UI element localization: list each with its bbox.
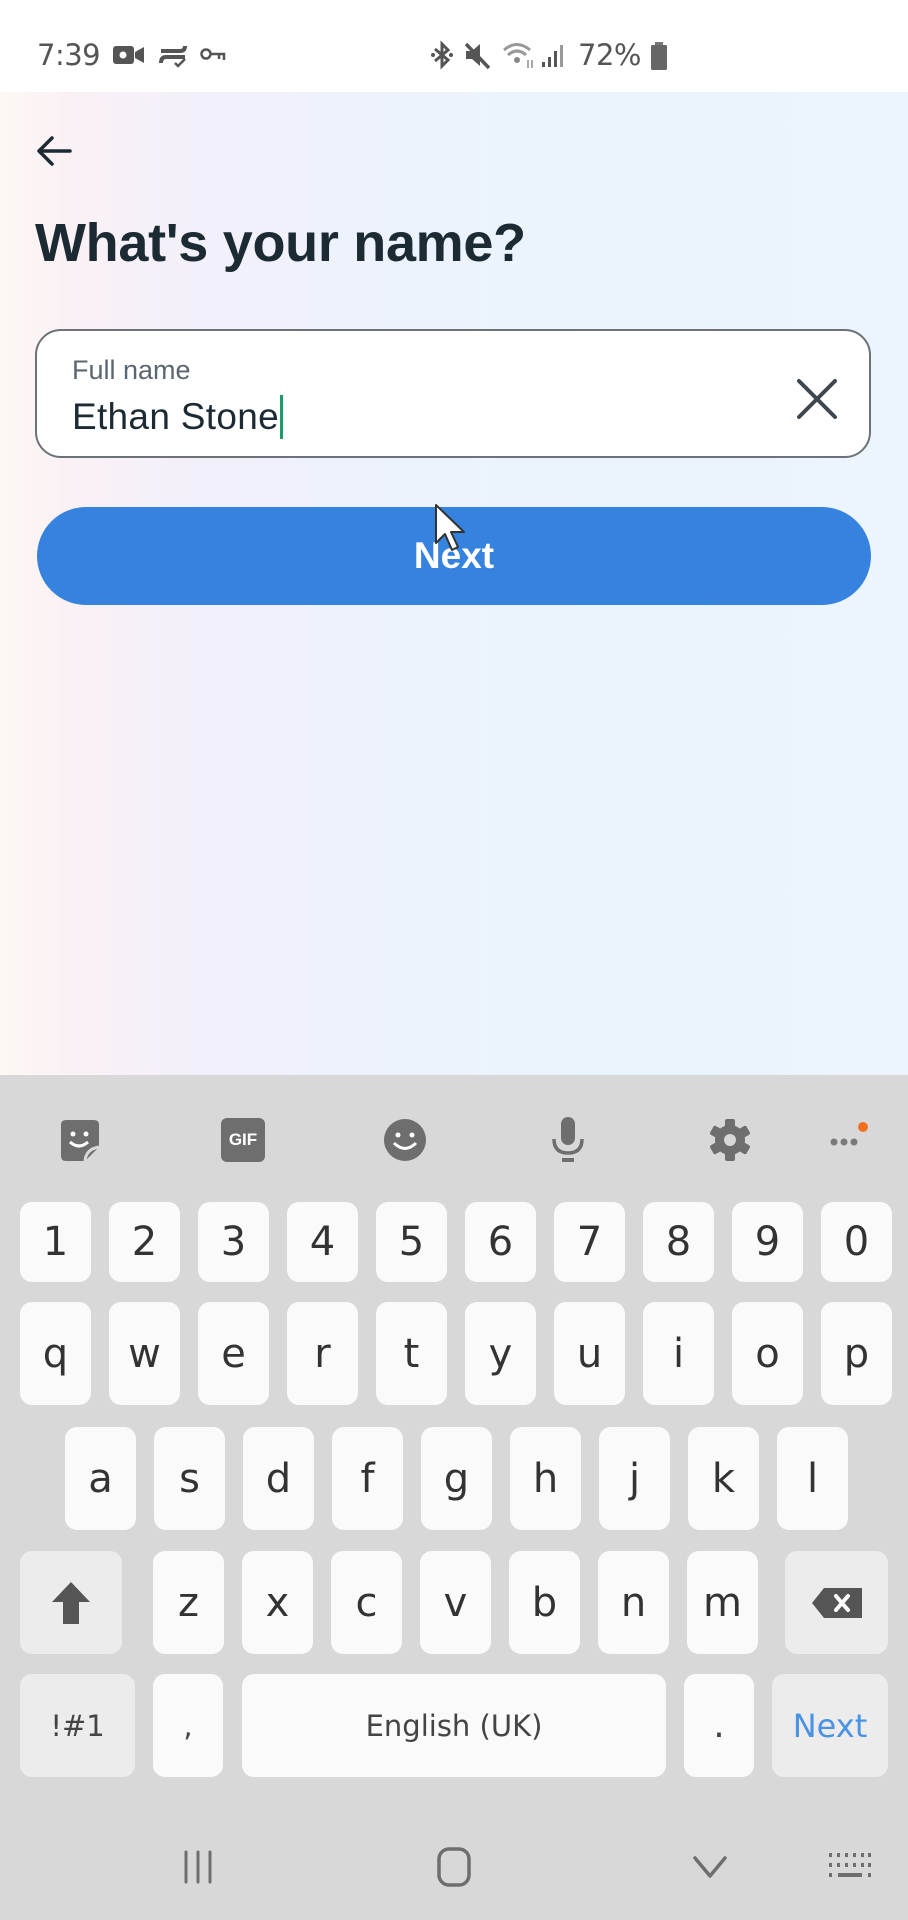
key-5[interactable]: 5 xyxy=(376,1202,447,1282)
home-icon xyxy=(437,1847,471,1887)
key-d[interactable]: d xyxy=(243,1427,314,1530)
close-icon xyxy=(797,379,837,419)
key-v[interactable]: v xyxy=(420,1551,491,1654)
home-button[interactable] xyxy=(424,1842,484,1892)
key-e[interactable]: e xyxy=(198,1302,269,1405)
key-6[interactable]: 6 xyxy=(465,1202,536,1282)
key-c[interactable]: c xyxy=(331,1551,402,1654)
battery-icon xyxy=(650,42,668,70)
hide-keyboard-icon xyxy=(693,1856,727,1878)
key-w[interactable]: w xyxy=(109,1302,180,1405)
vpn-key-icon xyxy=(200,46,226,64)
signal-icon xyxy=(540,44,568,68)
key-3[interactable]: 3 xyxy=(198,1202,269,1282)
full-name-input[interactable]: Ethan Stone xyxy=(72,395,283,439)
text-cursor xyxy=(279,395,283,439)
key-4[interactable]: 4 xyxy=(287,1202,358,1282)
key-g[interactable]: g xyxy=(421,1427,492,1530)
bluetooth-icon xyxy=(430,40,454,70)
key-p[interactable]: p xyxy=(821,1302,892,1405)
page-title: What's your name? xyxy=(35,213,526,273)
key-7[interactable]: 7 xyxy=(554,1202,625,1282)
hide-keyboard-button[interactable] xyxy=(680,1842,740,1892)
key-j[interactable]: j xyxy=(599,1427,670,1530)
wifi-icon xyxy=(502,40,538,70)
key-z[interactable]: z xyxy=(153,1551,224,1654)
key-x[interactable]: x xyxy=(242,1551,313,1654)
backspace-icon xyxy=(811,1587,862,1618)
recent-apps-button[interactable] xyxy=(168,1842,228,1892)
more-options-button[interactable] xyxy=(822,1115,872,1165)
video-camera-icon xyxy=(112,44,146,66)
key-y[interactable]: y xyxy=(465,1302,536,1405)
mute-icon xyxy=(462,40,492,70)
next-button[interactable]: Next xyxy=(37,507,871,605)
space-key[interactable]: English (UK) xyxy=(242,1674,666,1777)
key-o[interactable]: o xyxy=(732,1302,803,1405)
key-0[interactable]: 0 xyxy=(821,1202,892,1282)
keyboard-settings-button[interactable] xyxy=(705,1115,755,1165)
gif-icon: GIF xyxy=(221,1118,265,1162)
sticker-button[interactable] xyxy=(55,1115,105,1165)
key-n[interactable]: n xyxy=(598,1551,669,1654)
full-name-field[interactable]: Full name Ethan Stone xyxy=(35,329,871,458)
keyboard-switch-icon xyxy=(829,1853,871,1877)
key-b[interactable]: b xyxy=(509,1551,580,1654)
microphone-icon xyxy=(552,1117,584,1162)
key-k[interactable]: k xyxy=(688,1427,759,1530)
keyboard: GIF 12345678 9 0 q w e r t y u i o p a s… xyxy=(0,1075,908,1920)
shift-key[interactable] xyxy=(20,1551,122,1654)
key-1[interactable]: 1 xyxy=(20,1202,91,1282)
symbols-key[interactable]: !#1 xyxy=(20,1674,135,1777)
status-bar: 7:39 72% xyxy=(0,0,908,92)
key-h[interactable]: h xyxy=(510,1427,581,1530)
emoji-button[interactable] xyxy=(380,1115,430,1165)
key-i[interactable]: i xyxy=(643,1302,714,1405)
key-2[interactable]: 2 xyxy=(109,1202,180,1282)
backspace-key[interactable] xyxy=(785,1551,888,1654)
sticker-icon xyxy=(61,1120,100,1162)
gif-label: GIF xyxy=(228,1130,258,1149)
period-key[interactable]: . xyxy=(684,1674,754,1777)
gif-button[interactable]: GIF xyxy=(218,1115,268,1165)
full-name-label: Full name xyxy=(72,355,191,385)
back-button[interactable] xyxy=(30,128,82,174)
key-t[interactable]: t xyxy=(376,1302,447,1405)
clear-button[interactable] xyxy=(787,369,847,429)
next-key[interactable]: Next xyxy=(772,1674,888,1777)
clock: 7:39 xyxy=(37,38,101,72)
battery-percentage: 72% xyxy=(578,38,641,72)
key-r[interactable]: r xyxy=(287,1302,358,1405)
settings-icon xyxy=(710,1119,750,1161)
recent-apps-icon xyxy=(184,1850,212,1884)
more-icon xyxy=(830,1122,868,1146)
key-9[interactable]: 9 xyxy=(732,1202,803,1282)
sync-check-icon xyxy=(158,42,188,68)
key-m[interactable]: m xyxy=(687,1551,758,1654)
key-8[interactable]: 8 xyxy=(643,1202,714,1282)
key-a[interactable]: a xyxy=(65,1427,136,1530)
emoji-icon xyxy=(384,1119,426,1161)
comma-key[interactable]: , xyxy=(153,1674,223,1777)
notification-dot xyxy=(858,1122,868,1132)
voice-input-button[interactable] xyxy=(543,1115,593,1165)
key-l[interactable]: l xyxy=(777,1427,848,1530)
key-u[interactable]: u xyxy=(554,1302,625,1405)
switch-keyboard-button[interactable] xyxy=(820,1842,880,1892)
key-q[interactable]: q xyxy=(20,1302,91,1405)
arrow-left-icon xyxy=(37,136,72,166)
full-name-value: Ethan Stone xyxy=(72,396,279,437)
key-s[interactable]: s xyxy=(154,1427,225,1530)
key-f[interactable]: f xyxy=(332,1427,403,1530)
shift-arrow-icon xyxy=(52,1581,90,1624)
